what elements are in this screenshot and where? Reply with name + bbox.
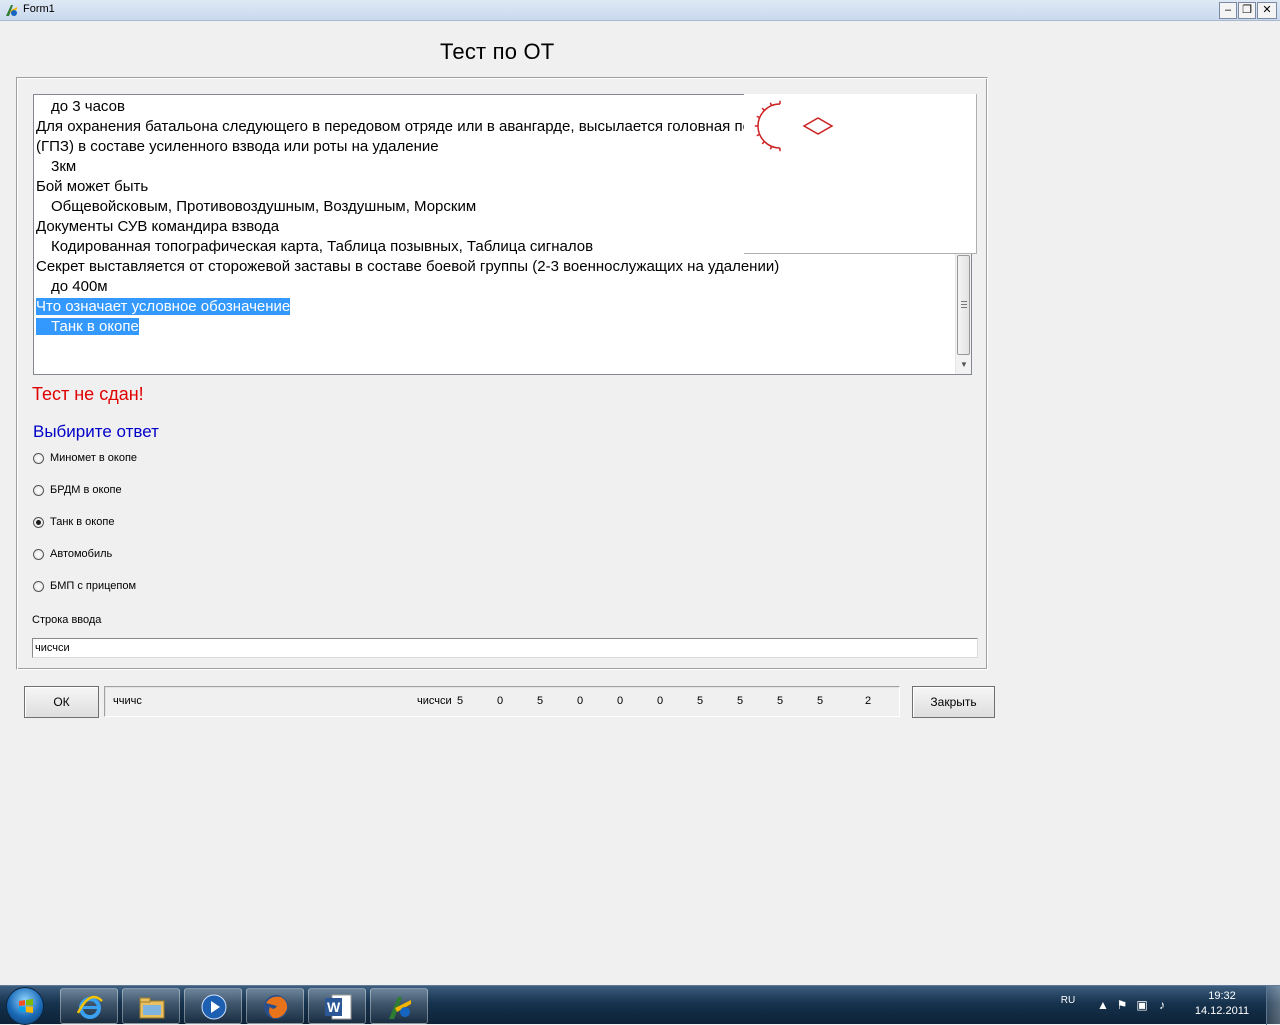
radio-button[interactable] xyxy=(33,580,44,592)
ok-button[interactable]: ОК xyxy=(24,686,99,718)
memo-line: Секрет выставляется от сторожевой застав… xyxy=(36,257,779,277)
scroll-down-arrow-icon[interactable]: ▼ xyxy=(960,360,968,369)
memo-line: Кодированная топографическая карта, Табл… xyxy=(51,237,593,257)
status-left-text: ччичс xyxy=(113,695,142,707)
memo-line: Документы СУВ командира взвода xyxy=(36,217,279,237)
answer-option[interactable]: Миномет в окопе xyxy=(33,450,137,466)
taskbar: W RU ▲ ⚑ ▣ ♪ 19:32 14.12.2011 xyxy=(0,985,1280,1025)
answer-option[interactable]: БРДМ в окопе xyxy=(33,482,122,498)
status-number: 2 xyxy=(865,695,872,707)
status-number: 5 xyxy=(817,695,824,707)
internet-explorer-icon xyxy=(76,995,103,1019)
network-icon[interactable]: ▣ xyxy=(1134,998,1150,1012)
radio-button[interactable] xyxy=(33,484,44,496)
radio-button[interactable] xyxy=(33,548,44,560)
status-number: 0 xyxy=(617,695,624,707)
taskbar-internet-explorer[interactable] xyxy=(60,988,118,1024)
answer-input[interactable] xyxy=(32,638,978,658)
show-desktop-button[interactable] xyxy=(1266,986,1280,1025)
system-tray: RU ▲ ⚑ ▣ ♪ 19:32 14.12.2011 xyxy=(1050,986,1280,1025)
status-number: 0 xyxy=(577,695,584,707)
status-panel: ччичс чисчси 5 0 5 0 0 0 5 5 5 5 2 xyxy=(104,686,900,717)
start-button[interactable] xyxy=(6,987,44,1025)
answer-option-label: БРДМ в окопе xyxy=(50,484,122,496)
file-explorer-icon xyxy=(139,997,165,1019)
taskbar-firefox[interactable] xyxy=(246,988,304,1024)
memo-line-text: Документы СУВ командира взвода xyxy=(36,218,280,235)
status-number: 5 xyxy=(457,695,464,707)
volume-icon[interactable]: ♪ xyxy=(1154,998,1170,1012)
answer-option-label: Миномет в окопе xyxy=(50,452,138,464)
memo-line: Что означает условное обозначение xyxy=(36,297,291,317)
answer-option-label: Танк в окопе xyxy=(50,516,115,528)
taskbar-media-player[interactable] xyxy=(184,988,242,1024)
memo-line: 3км xyxy=(51,157,76,177)
status-number: 0 xyxy=(497,695,504,707)
media-player-icon xyxy=(201,994,227,1020)
memo-line-text: Что означает условное обозначение xyxy=(36,298,291,315)
restore-button[interactable]: ❐ xyxy=(1238,2,1256,19)
scrollbar-thumb[interactable] xyxy=(957,255,970,355)
test-app-icon xyxy=(389,997,411,1019)
close-button[interactable]: Закрыть xyxy=(912,686,995,718)
symbol-image-panel xyxy=(744,94,977,254)
answer-option[interactable]: Автомобиль xyxy=(33,546,112,562)
answer-option[interactable]: Танк в окопе xyxy=(33,514,114,530)
memo-line-text: до 3 часов xyxy=(51,98,125,115)
close-window-button[interactable]: ✕ xyxy=(1257,2,1277,19)
radio-button[interactable] xyxy=(33,452,44,464)
window-title: Form1 xyxy=(23,3,55,15)
memo-line-text: Бой может быть xyxy=(36,178,149,195)
answer-option[interactable]: БМП с прицепом xyxy=(33,578,136,594)
word-icon: W xyxy=(325,994,352,1020)
taskbar-word[interactable]: W xyxy=(308,988,366,1024)
memo-line: до 3 часов xyxy=(51,97,125,117)
tray-arrow-icon[interactable]: ▲ xyxy=(1095,998,1111,1012)
status-answer-text: чисчси xyxy=(417,695,452,707)
test-result-text: Тест не сдан! xyxy=(32,384,144,404)
memo-line: до 400м xyxy=(51,277,108,297)
memo-line-text: до 400м xyxy=(51,278,108,295)
status-number: 0 xyxy=(657,695,664,707)
input-caption: Строка ввода xyxy=(32,614,102,626)
memo-line-text: Секрет выставляется от сторожевой застав… xyxy=(36,258,780,275)
clock-date: 14.12.2011 xyxy=(1194,1005,1250,1017)
action-center-flag-icon[interactable]: ⚑ xyxy=(1114,998,1130,1012)
memo-line-text: 3км xyxy=(51,158,77,175)
status-number: 5 xyxy=(737,695,744,707)
memo-line-text: Кодированная топографическая карта, Табл… xyxy=(51,238,594,255)
answer-option-label: Автомобиль xyxy=(50,548,113,560)
memo-line: Для охранения батальона следующего в пер… xyxy=(36,117,858,137)
choose-answer-label: Выбирите ответ xyxy=(33,422,159,441)
memo-line: Общевойсковым, Противовоздушным, Воздушн… xyxy=(51,197,476,217)
memo-line: Танк в окопе xyxy=(36,317,139,337)
memo-line: Бой может быть xyxy=(36,177,148,197)
memo-line-text: Для охранения батальона следующего в пер… xyxy=(36,118,858,135)
window-titlebar[interactable]: Form1 – ❐ ✕ xyxy=(0,0,1280,21)
tank-in-trench-symbol-icon xyxy=(754,100,834,152)
taskbar-file-explorer[interactable] xyxy=(122,988,180,1024)
radio-button[interactable] xyxy=(33,516,44,528)
firefox-icon xyxy=(264,995,288,1019)
language-indicator[interactable]: RU xyxy=(1060,994,1076,1008)
memo-line-text: Танк в окопе xyxy=(36,318,139,335)
app-icon xyxy=(6,5,17,16)
svg-text:W: W xyxy=(327,999,341,1015)
memo-line: (ГПЗ) в составе усиленного взвода или ро… xyxy=(36,137,439,157)
clock[interactable]: 19:32 14.12.2011 xyxy=(1192,989,1252,1019)
page-title: Тест по ОТ xyxy=(440,39,555,64)
status-number: 5 xyxy=(697,695,704,707)
status-number: 5 xyxy=(537,695,544,707)
windows-logo-icon xyxy=(19,999,33,1013)
answer-option-label: БМП с прицепом xyxy=(50,580,137,592)
status-number: 5 xyxy=(777,695,784,707)
memo-line-text: Общевойсковым, Противовоздушным, Воздушн… xyxy=(51,198,477,215)
taskbar-test-app[interactable] xyxy=(370,988,428,1024)
memo-line-text: (ГПЗ) в составе усиленного взвода или ро… xyxy=(36,138,439,155)
minimize-button[interactable]: – xyxy=(1219,2,1237,19)
clock-time: 19:32 xyxy=(1208,990,1236,1002)
